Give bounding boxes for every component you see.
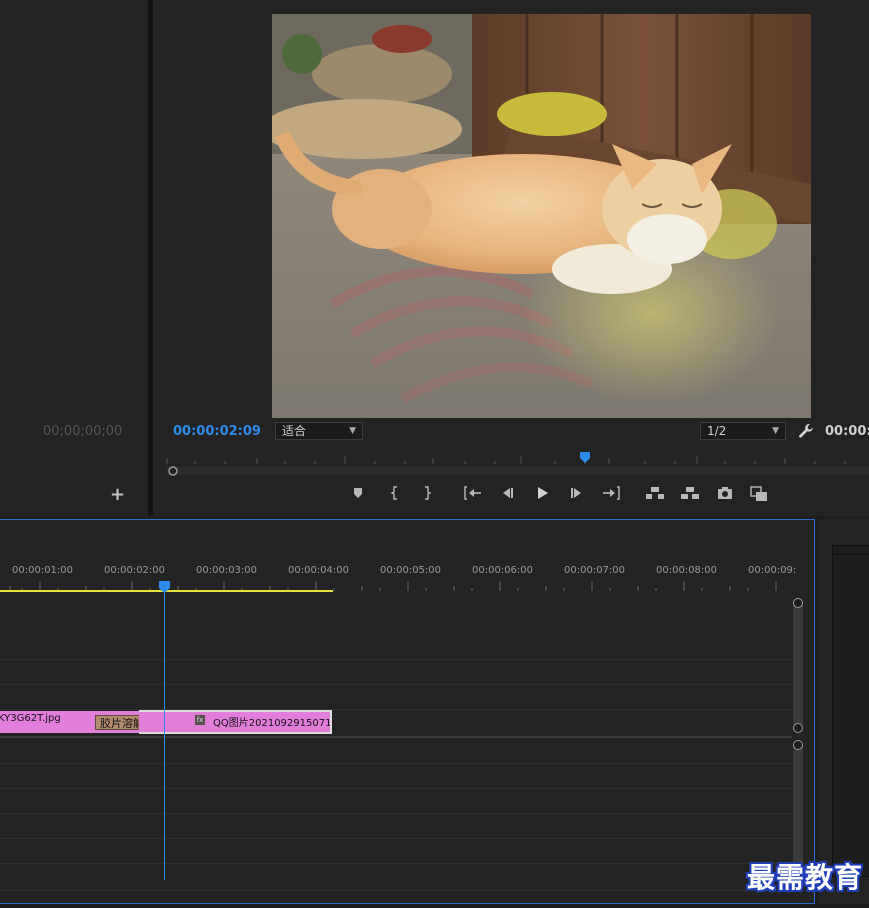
add-button-icon[interactable]: +: [110, 484, 125, 505]
wrench-settings-icon[interactable]: [798, 423, 814, 439]
ruler-label: 00:00:08:00: [656, 565, 718, 576]
source-timecode[interactable]: 00;00;00;00: [43, 424, 122, 439]
lift-button[interactable]: [644, 486, 666, 506]
ruler-label: 00:00:07:00: [564, 565, 626, 576]
playhead-line: [164, 590, 165, 880]
track-divider: [0, 684, 792, 685]
extract-button[interactable]: [679, 486, 701, 506]
track-divider: [0, 659, 792, 660]
audio-meter-panel: [819, 519, 869, 904]
track-divider: [0, 763, 792, 764]
program-duration-timecode: 00:00:0: [825, 424, 869, 439]
program-monitor-panel: 00:00:02:09 适合 ▼ 1/2 ▼ 00:00:0: [153, 0, 869, 516]
transition-label: 胶片溶解: [100, 717, 144, 730]
ruler-label: 00:00:06:00: [472, 565, 534, 576]
track-divider: [0, 788, 792, 789]
ruler-label: 00:00:09:: [748, 565, 797, 576]
go-to-out-button[interactable]: [600, 486, 622, 506]
fx-badge-icon[interactable]: fx: [195, 715, 205, 725]
resolution-select-value: 1/2: [707, 424, 727, 438]
video-tracks-scrollbar[interactable]: [793, 598, 803, 732]
ruler-label: 00:00:04:00: [288, 565, 350, 576]
cat-photo-image: [272, 14, 811, 418]
mini-playhead: [580, 452, 590, 463]
track-divider: [0, 890, 792, 891]
mark-in-button[interactable]: [385, 486, 405, 506]
ruler-label: 00:00:03:00: [196, 565, 258, 576]
fit-select-value: 适合: [282, 424, 307, 438]
audio-meter-frame: [832, 545, 869, 877]
track-divider: [0, 863, 792, 864]
mark-out-button[interactable]: [417, 486, 437, 506]
step-forward-button[interactable]: [567, 486, 587, 506]
step-back-button[interactable]: [497, 486, 517, 506]
monitor-divider[interactable]: [148, 0, 153, 516]
go-to-in-button[interactable]: [462, 486, 484, 506]
scroll-handle-top[interactable]: [793, 598, 803, 608]
track-divider: [0, 838, 792, 839]
source-monitor-panel: 00;00;00;00 +: [0, 0, 148, 516]
program-mini-ruler[interactable]: [165, 450, 869, 480]
program-video-frame: [272, 14, 811, 418]
audio-meter-header: [832, 545, 869, 555]
compare-view-button[interactable]: [749, 486, 769, 506]
resolution-select[interactable]: 1/2 ▼: [700, 422, 786, 440]
watermark-logo: 最需教育: [746, 861, 863, 894]
chevron-down-icon: ▼: [349, 426, 356, 436]
ruler-label: 00:00:01:00: [12, 565, 74, 576]
ruler-label: 00:00:02:00: [104, 565, 166, 576]
play-button[interactable]: [532, 486, 552, 506]
fit-select[interactable]: 适合 ▼: [275, 422, 363, 440]
scroll-handle-top[interactable]: [793, 740, 803, 750]
export-frame-button[interactable]: [715, 486, 735, 506]
chevron-down-icon: ▼: [772, 426, 779, 436]
track-divider: [0, 736, 792, 738]
add-marker-button[interactable]: [348, 486, 368, 506]
ruler-label: 00:00:05:00: [380, 565, 442, 576]
track-divider: [0, 709, 792, 710]
program-timecode[interactable]: 00:00:02:09: [173, 424, 261, 439]
timeline-playhead[interactable]: [159, 578, 170, 593]
clip-name: KY3G62T.jpg: [0, 713, 61, 724]
scroll-handle-bottom[interactable]: [793, 723, 803, 733]
track-divider: [0, 813, 792, 814]
clip-name: QQ图片20210929150719.: [213, 718, 332, 729]
video-clip-right[interactable]: fx QQ图片20210929150719.: [139, 710, 332, 734]
